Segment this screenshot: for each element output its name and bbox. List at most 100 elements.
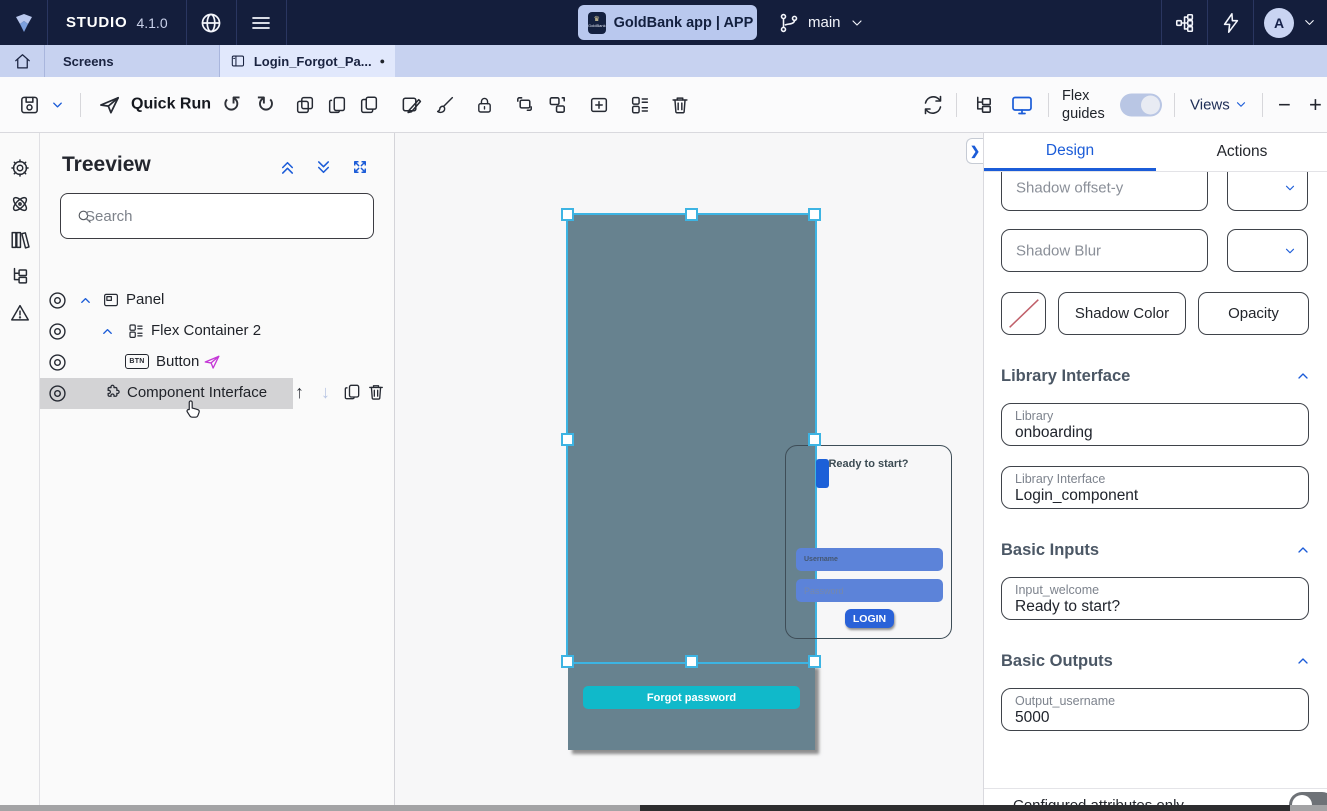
visibility-eye-icon[interactable] — [47, 352, 68, 373]
output-username-field[interactable]: Output_username 5000 — [1001, 688, 1309, 731]
shadow-offset-y-field[interactable]: Shadow offset-y — [1001, 172, 1208, 211]
save-button[interactable] — [18, 93, 41, 116]
tree-node-component-interface[interactable]: Component Interface ↑ ↓ — [40, 378, 395, 409]
design-canvas[interactable]: Ready to start? Username Password LOGIN … — [395, 133, 983, 805]
selection-handle-bottom-left[interactable] — [561, 655, 574, 668]
library-rail-button[interactable] — [9, 229, 31, 251]
refresh-button[interactable] — [921, 93, 945, 117]
studio-logo[interactable] — [0, 0, 48, 45]
user-menu[interactable]: A — [1253, 0, 1327, 45]
input-welcome-field[interactable]: Input_welcome Ready to start? — [1001, 577, 1309, 620]
opacity-button[interactable]: Opacity — [1198, 292, 1309, 335]
visibility-eye-icon[interactable] — [47, 383, 68, 404]
theme-button[interactable] — [400, 93, 423, 116]
move-up-button[interactable]: ↑ — [295, 382, 304, 403]
selection-handle-bottom-right[interactable] — [808, 655, 821, 668]
collapse-section-button[interactable] — [1295, 653, 1311, 669]
divider — [1174, 93, 1175, 117]
undo-button[interactable]: ↺ — [222, 94, 241, 116]
visibility-eye-icon[interactable] — [47, 321, 68, 342]
new-frame-button[interactable] — [588, 94, 610, 116]
configured-attributes-toggle[interactable] — [1289, 792, 1327, 805]
forgot-password-button-mock[interactable]: Forgot password — [583, 686, 800, 709]
zoom-in-button[interactable]: + — [1309, 92, 1322, 118]
collapse-section-button[interactable] — [1295, 368, 1311, 384]
branch-selector[interactable]: main — [778, 0, 865, 45]
main-menu-button[interactable] — [237, 0, 287, 45]
layout-grid-button[interactable] — [629, 94, 651, 116]
current-app-selector[interactable]: ♛ GoldBank GoldBank app | APP — [578, 5, 757, 40]
style-brush-button[interactable] — [434, 94, 456, 116]
selection-handle-top-right[interactable] — [808, 208, 821, 221]
preview-monitor-button[interactable] — [1010, 93, 1034, 117]
tree-node-flex-container[interactable]: Flex Container 2 — [40, 316, 395, 347]
horizontal-scrollbar-thumb[interactable] — [640, 805, 1290, 811]
library-field-value: onboarding — [1015, 424, 1295, 442]
selected-screen-artboard[interactable]: Ready to start? Username Password LOGIN — [568, 215, 815, 662]
shadow-blur-label: Shadow Blur — [1016, 242, 1101, 259]
shadow-color-button[interactable]: Shadow Color — [1058, 292, 1186, 335]
delete-node-button[interactable] — [366, 382, 386, 402]
selection-handle-top-left[interactable] — [561, 208, 574, 221]
password-input-mock[interactable]: Password — [796, 579, 943, 602]
horizontal-scrollbar — [0, 805, 1327, 811]
screen-lower-section[interactable]: Forgot password — [568, 664, 815, 750]
tab-login-forgot-page[interactable]: Login_Forgot_Pa... ● — [220, 45, 395, 77]
expand-all-button[interactable] — [314, 158, 333, 177]
chevron-up-icon — [1295, 368, 1311, 384]
collapse-chevron-icon[interactable] — [78, 293, 93, 308]
shadow-blur-unit-dropdown[interactable] — [1227, 229, 1308, 272]
settings-rail-button[interactable] — [9, 157, 31, 179]
selection-handle-mid-left[interactable] — [561, 433, 574, 446]
visibility-eye-icon[interactable] — [47, 290, 68, 311]
tab-actions[interactable]: Actions — [1156, 133, 1327, 171]
zoom-out-button[interactable]: − — [1278, 92, 1291, 118]
tree-search-input[interactable] — [61, 194, 373, 238]
collapse-all-button[interactable] — [278, 158, 297, 177]
paste-button[interactable] — [358, 94, 380, 116]
group-button[interactable] — [513, 93, 536, 116]
redo-button[interactable]: ↻ — [256, 94, 275, 116]
collapse-section-button[interactable] — [1295, 542, 1311, 558]
language-button[interactable] — [187, 0, 237, 45]
integrations-rail-button[interactable] — [9, 193, 31, 215]
shadow-blur-field[interactable]: Shadow Blur — [1001, 229, 1208, 272]
maximize-panel-button[interactable] — [351, 158, 369, 176]
selection-handle-top-center[interactable] — [685, 208, 698, 221]
divider — [1048, 93, 1049, 117]
issues-rail-button[interactable] — [9, 302, 31, 324]
tab-screens[interactable]: Screens — [45, 45, 220, 77]
views-dropdown[interactable]: Views — [1190, 96, 1248, 113]
login-card-outline[interactable]: Ready to start? Username Password LOGIN — [785, 445, 952, 639]
duplicate-button[interactable] — [294, 94, 316, 116]
quick-run-button[interactable]: Quick Run — [98, 93, 211, 116]
library-field[interactable]: Library onboarding — [1001, 403, 1309, 446]
automations-button[interactable] — [1207, 0, 1253, 45]
shadow-offset-y-unit-dropdown[interactable] — [1227, 172, 1308, 211]
treeview-toggle-button[interactable] — [972, 93, 995, 116]
delete-button[interactable] — [669, 94, 691, 116]
tab-design[interactable]: Design — [984, 133, 1156, 171]
move-down-button[interactable]: ↓ — [321, 382, 330, 403]
ungroup-button[interactable] — [546, 93, 569, 116]
component-side-handle[interactable] — [816, 459, 829, 488]
inspector-collapse-button[interactable]: ❯ — [966, 138, 983, 164]
copy-button[interactable] — [326, 94, 348, 116]
workflow-button[interactable] — [1161, 0, 1207, 45]
library-interface-field[interactable]: Library Interface Login_component — [1001, 466, 1309, 509]
duplicate-node-button[interactable] — [342, 382, 362, 402]
tree-node-button[interactable]: BTN Button — [40, 347, 395, 378]
home-button[interactable] — [0, 45, 45, 77]
save-options-button[interactable] — [50, 97, 65, 112]
shadow-color-swatch[interactable] — [1001, 292, 1046, 335]
treeview-rail-button[interactable] — [9, 265, 31, 287]
collapse-chevron-icon[interactable] — [100, 324, 115, 339]
flex-guides-toggle[interactable] — [1120, 93, 1162, 116]
tree-node-panel[interactable]: Panel — [40, 285, 395, 316]
selection-handle-mid-right[interactable] — [808, 433, 821, 446]
selection-handle-bottom-center[interactable] — [685, 655, 698, 668]
username-input-mock[interactable]: Username — [796, 548, 943, 571]
login-button-mock[interactable]: LOGIN — [845, 609, 894, 628]
configured-attributes-label: Configured attributes only — [1013, 797, 1184, 805]
lock-button[interactable] — [474, 94, 495, 115]
